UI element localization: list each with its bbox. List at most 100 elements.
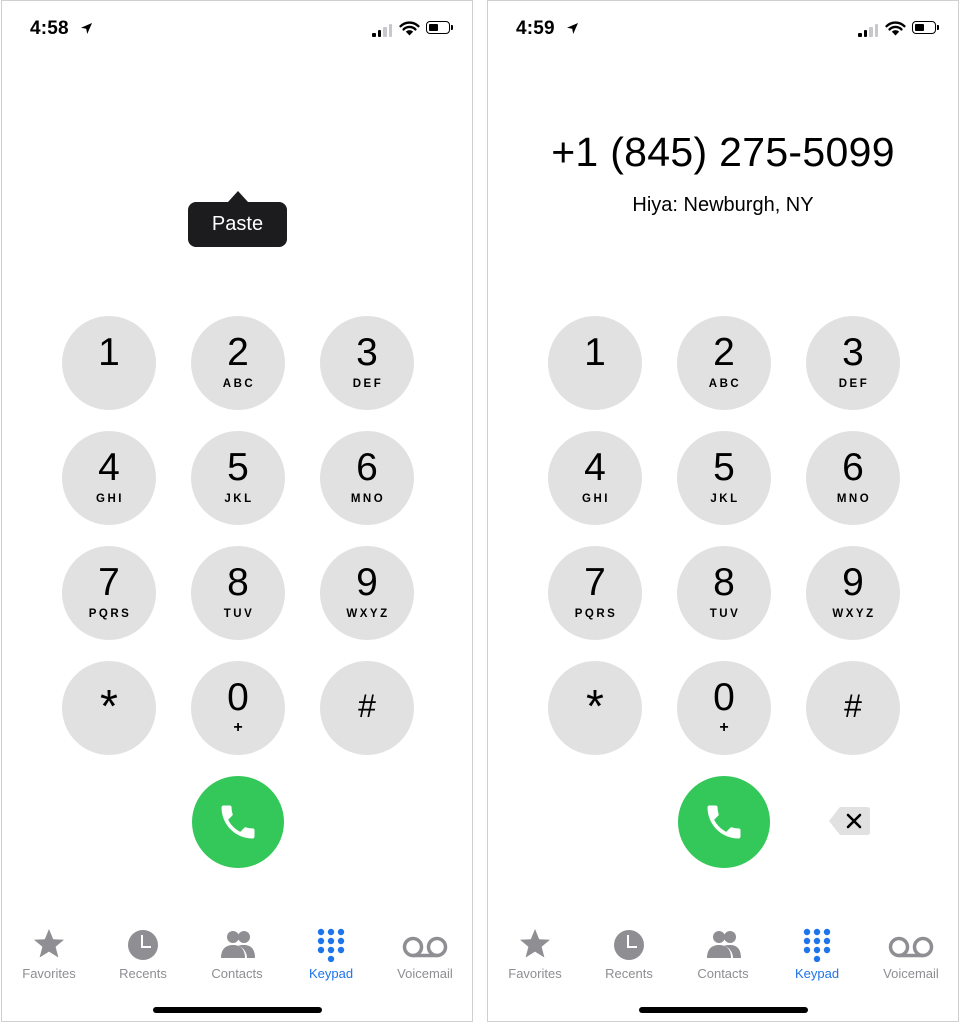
tab-bar: Favorites Recents Contacts Keypad Voicem… xyxy=(2,921,472,991)
key-letters: MNO xyxy=(836,493,872,505)
voicemail-icon xyxy=(888,936,934,958)
key-digit: # xyxy=(844,688,862,724)
contacts-icon xyxy=(221,931,255,958)
delete-button[interactable] xyxy=(828,805,872,837)
key-letters: MNO xyxy=(350,493,386,505)
cellular-signal-icon xyxy=(858,23,880,37)
keypad-icon xyxy=(803,928,831,962)
key-digit: 7 xyxy=(98,561,120,604)
key-star[interactable]: * xyxy=(62,661,156,755)
key-letters: JKL xyxy=(224,493,254,505)
backspace-icon xyxy=(829,807,870,835)
call-button[interactable] xyxy=(192,776,284,868)
phone-screen-left: 4:58 Paste 1 2 ABC 3 DEF 4 GHI 5 JKL 6 MNO 7 P… xyxy=(1,0,473,1022)
tab-label: Contacts xyxy=(211,966,263,981)
key-digit: 9 xyxy=(842,561,864,604)
key-digit: * xyxy=(586,680,604,732)
key-letters: GHI xyxy=(96,493,124,505)
star-icon xyxy=(520,929,550,958)
key-digit: 0 xyxy=(227,676,249,719)
key-digit: 4 xyxy=(584,446,606,489)
wifi-icon xyxy=(885,21,906,36)
key-letters: WXYZ xyxy=(832,608,876,620)
cellular-signal-icon xyxy=(372,23,394,37)
home-indicator[interactable] xyxy=(639,1007,808,1013)
key-5[interactable]: 5 JKL xyxy=(677,431,771,525)
keypad-icon xyxy=(317,928,345,962)
dialed-number[interactable]: +1 (845) 275-5099 xyxy=(488,129,958,176)
key-4[interactable]: 4 GHI xyxy=(62,431,156,525)
tab-label: Keypad xyxy=(794,966,840,981)
key-8[interactable]: 8 TUV xyxy=(191,546,285,640)
key-3[interactable]: 3 DEF xyxy=(320,316,414,410)
key-digit: 0 xyxy=(713,676,735,719)
key-7[interactable]: 7 PQRS xyxy=(548,546,642,640)
key-0[interactable]: 0 + xyxy=(191,661,285,755)
key-digit: 2 xyxy=(227,331,249,374)
key-3[interactable]: 3 DEF xyxy=(806,316,900,410)
tab-label: Voicemail xyxy=(397,966,453,981)
status-bar: 4:58 xyxy=(2,1,472,57)
key-4[interactable]: 4 GHI xyxy=(548,431,642,525)
tab-label: Keypad xyxy=(308,966,354,981)
key-letters: WXYZ xyxy=(346,608,390,620)
key-6[interactable]: 6 MNO xyxy=(806,431,900,525)
key-9[interactable]: 9 WXYZ xyxy=(320,546,414,640)
call-button[interactable] xyxy=(678,776,770,868)
tab-label: Recents xyxy=(119,966,167,981)
key-letters: DEF xyxy=(838,378,870,390)
phone-icon xyxy=(221,805,255,839)
key-letters: ABC xyxy=(708,378,742,390)
key-9[interactable]: 9 WXYZ xyxy=(806,546,900,640)
key-2[interactable]: 2 ABC xyxy=(191,316,285,410)
tab-label: Favorites xyxy=(22,966,76,981)
key-digit: 3 xyxy=(842,331,864,374)
location-arrow-icon xyxy=(567,23,578,34)
tab-label: Favorites xyxy=(508,966,562,981)
key-digit: * xyxy=(100,680,118,732)
key-1[interactable]: 1 xyxy=(548,316,642,410)
key-star[interactable]: * xyxy=(548,661,642,755)
tab-label: Contacts xyxy=(697,966,749,981)
key-hash[interactable]: # xyxy=(320,661,414,755)
key-6[interactable]: 6 MNO xyxy=(320,431,414,525)
home-indicator[interactable] xyxy=(153,1007,322,1013)
key-digit: 3 xyxy=(356,331,378,374)
tab-bar: Favorites Recents Contacts Keypad Voicem… xyxy=(488,921,958,991)
key-digit: 7 xyxy=(584,561,606,604)
key-letters: DEF xyxy=(352,378,384,390)
key-letters: PQRS xyxy=(88,608,132,620)
key-digit: 8 xyxy=(227,561,249,604)
key-letters: GHI xyxy=(582,493,610,505)
key-1[interactable]: 1 xyxy=(62,316,156,410)
contacts-icon xyxy=(707,931,741,958)
key-digit: 5 xyxy=(713,446,735,489)
key-digit: 5 xyxy=(227,446,249,489)
key-letters: JKL xyxy=(710,493,740,505)
clock-icon xyxy=(614,930,644,960)
key-digit: 9 xyxy=(356,561,378,604)
location-arrow-icon xyxy=(81,23,92,34)
key-2[interactable]: 2 ABC xyxy=(677,316,771,410)
battery-icon xyxy=(426,21,453,34)
clock-icon xyxy=(128,930,158,960)
key-8[interactable]: 8 TUV xyxy=(677,546,771,640)
key-digit: 6 xyxy=(842,446,864,489)
status-time: 4:59 xyxy=(516,18,555,39)
key-0[interactable]: 0 + xyxy=(677,661,771,755)
status-time: 4:58 xyxy=(30,18,69,39)
star-icon xyxy=(34,929,64,958)
phone-screen-right: 4:59 +1 (845) 275-5099 Hiya: Newburgh, N… xyxy=(487,0,959,1022)
key-digit: 8 xyxy=(713,561,735,604)
paste-menu-button[interactable]: Paste xyxy=(188,191,287,247)
key-letters: PQRS xyxy=(574,608,618,620)
key-letters: TUV xyxy=(223,608,255,620)
key-5[interactable]: 5 JKL xyxy=(191,431,285,525)
key-hash[interactable]: # xyxy=(806,661,900,755)
key-digit: 2 xyxy=(713,331,735,374)
battery-icon xyxy=(912,21,939,34)
key-digit: # xyxy=(358,688,376,724)
key-digit: 1 xyxy=(98,331,120,374)
caller-id-label: Hiya: Newburgh, NY xyxy=(632,194,814,216)
key-7[interactable]: 7 PQRS xyxy=(62,546,156,640)
